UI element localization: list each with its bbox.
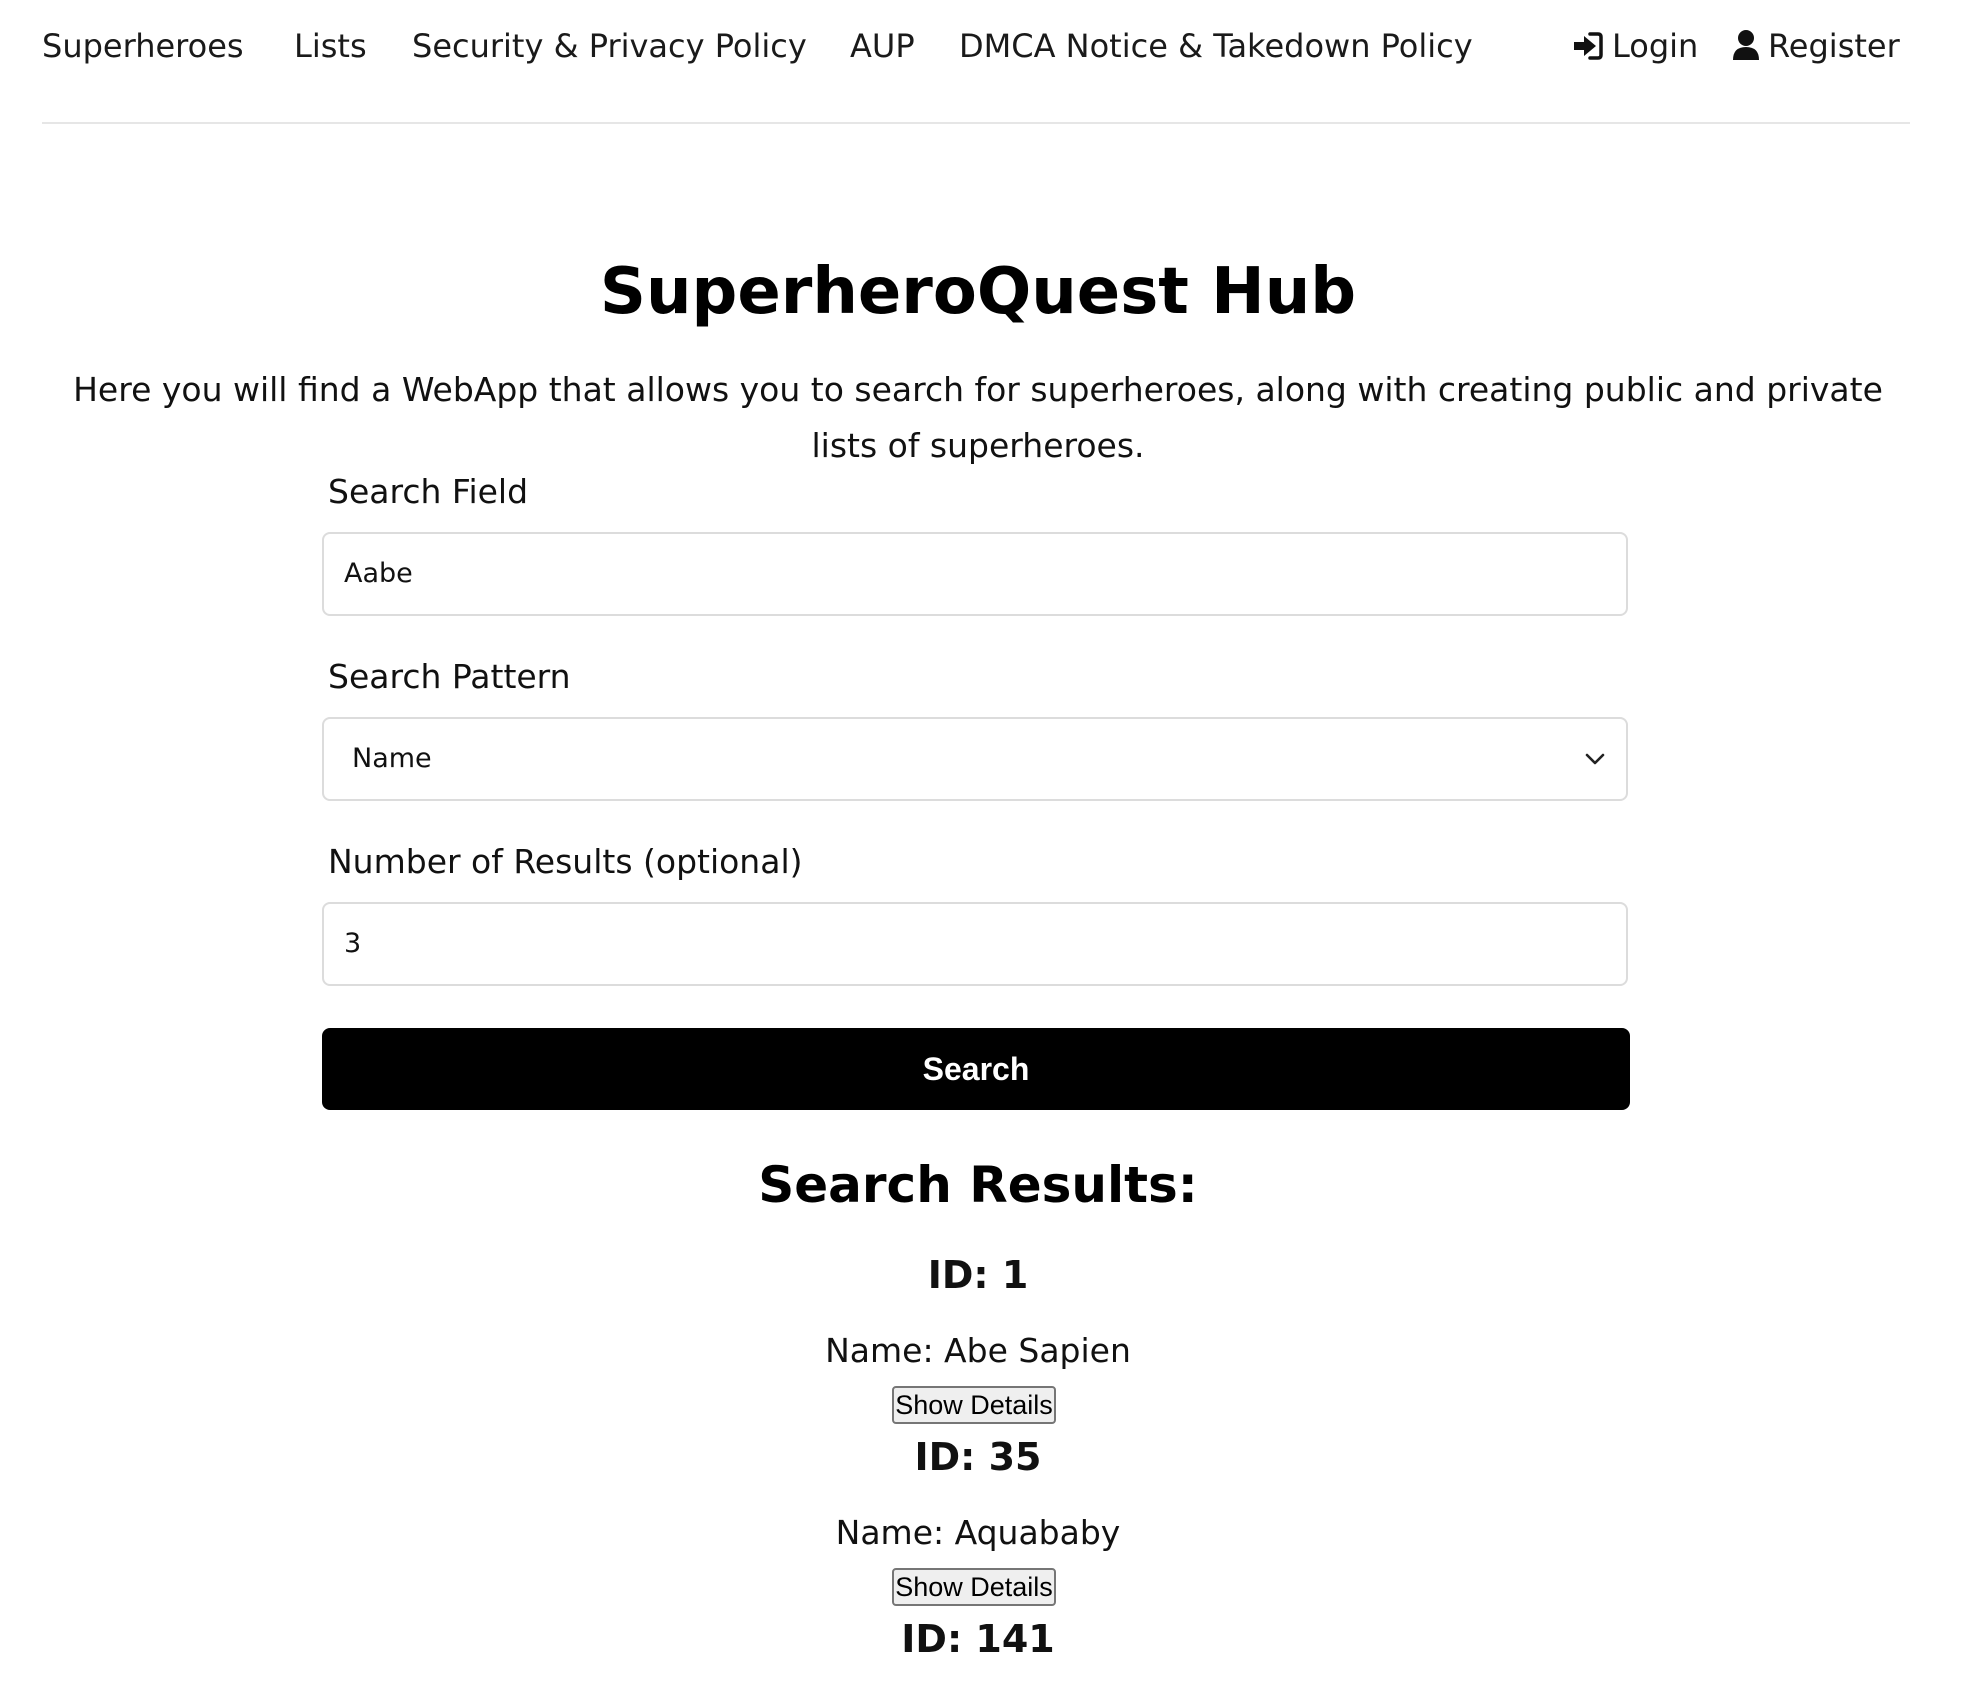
search-pattern-label: Search Pattern [328, 657, 571, 696]
search-pattern-select[interactable]: Name [322, 717, 1628, 801]
search-button[interactable]: Search [322, 1028, 1630, 1110]
result-name: Name: Aquababy [835, 1513, 1121, 1552]
login-link[interactable]: Login [1570, 26, 1698, 70]
login-label: Login [1612, 27, 1699, 65]
search-input[interactable] [344, 534, 1544, 614]
nav-link-superheroes[interactable]: Superheroes [42, 26, 244, 66]
sign-in-icon [1570, 30, 1604, 70]
top-navigation: Superheroes Lists Security & Privacy Pol… [42, 0, 1910, 124]
result-name: Name: Abe Sapien [825, 1331, 1131, 1370]
register-label: Register [1768, 27, 1900, 65]
search-pattern-value: Name [352, 743, 432, 774]
result-id: ID: 35 [914, 1435, 1042, 1479]
result-name: Name: Bumblebee [0, 1692, 1956, 1700]
nav-link-dmca[interactable]: DMCA Notice & Takedown Policy [959, 26, 1473, 66]
result-id: ID: 141 [901, 1617, 1055, 1661]
search-field[interactable] [322, 532, 1628, 616]
page-title: SuperheroQuest Hub [599, 255, 1357, 329]
num-results-label: Number of Results (optional) [328, 842, 803, 881]
page-description: Here you will find a WebApp that allows … [73, 370, 1883, 465]
user-icon [1732, 29, 1760, 70]
results-title: Search Results: [758, 1156, 1198, 1214]
chevron-down-icon [1584, 747, 1606, 775]
nav-link-aup[interactable]: AUP [850, 26, 915, 66]
show-details-button[interactable]: Show Details [892, 1568, 1056, 1606]
search-field-label: Search Field [328, 472, 529, 511]
num-results-input[interactable] [344, 904, 1544, 984]
register-link[interactable]: Register [1732, 26, 1900, 70]
nav-link-lists[interactable]: Lists [294, 26, 367, 66]
nav-link-security-privacy[interactable]: Security & Privacy Policy [412, 26, 807, 66]
show-details-button[interactable]: Show Details [892, 1386, 1056, 1424]
page: Superheroes Lists Security & Privacy Pol… [0, 0, 1970, 1700]
result-id: ID: 1 [927, 1253, 1029, 1297]
num-results-field[interactable] [322, 902, 1628, 986]
